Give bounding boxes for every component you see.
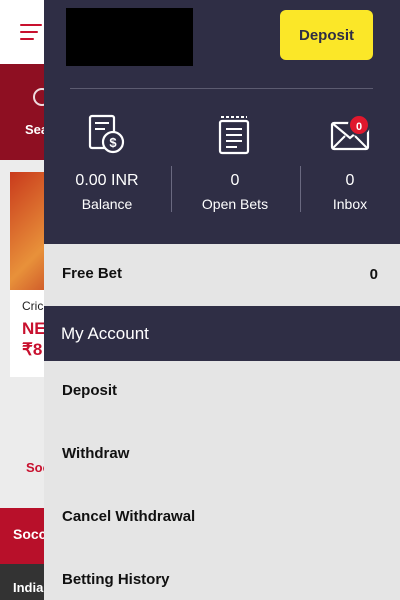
account-drawer: Deposit $ 0.00 INR Balance 0 Open Bets 0… xyxy=(44,0,400,600)
inbox-badge: 0 xyxy=(348,114,370,136)
menu-item-label: Withdraw xyxy=(62,445,130,462)
promo-card-team: NE xyxy=(22,319,46,338)
my-account-section-header: My Account xyxy=(44,306,400,361)
free-bet-value: 0 xyxy=(369,266,378,283)
promo-card-title: Cric xyxy=(22,299,44,313)
open-bets-label: Open Bets xyxy=(201,196,269,212)
open-bets-value: 0 xyxy=(230,172,240,189)
inbox-label: Inbox xyxy=(332,196,368,212)
menu-item-label: Betting History xyxy=(62,571,170,588)
menu-item-betting-history[interactable]: Betting History xyxy=(44,550,400,600)
balance-stat[interactable]: $ 0.00 INR Balance xyxy=(47,112,167,212)
account-header: Deposit $ 0.00 INR Balance 0 Open Bets 0… xyxy=(44,0,400,244)
menu-item-withdraw[interactable]: Withdraw xyxy=(44,424,400,486)
balance-value: 0.00 INR xyxy=(75,172,139,189)
league-label[interactable]: India xyxy=(13,580,43,595)
free-bet-row[interactable]: Free Bet 0 xyxy=(44,244,400,306)
soccer-section-title[interactable]: Socc xyxy=(13,526,46,542)
menu-item-deposit[interactable]: Deposit xyxy=(44,361,400,423)
inbox-value: 0 xyxy=(345,172,355,189)
menu-item-cancel-withdrawal[interactable]: Cancel Withdrawal xyxy=(44,487,400,549)
redacted-username xyxy=(66,8,193,66)
envelope-icon: 0 xyxy=(320,112,380,158)
wallet-coin-icon: $ xyxy=(85,112,129,158)
receipt-icon xyxy=(215,112,255,158)
header-divider xyxy=(70,88,373,89)
deposit-button[interactable]: Deposit xyxy=(280,10,373,60)
open-bets-stat[interactable]: 0 Open Bets xyxy=(175,112,295,212)
hamburger-menu-icon[interactable] xyxy=(20,24,42,40)
stat-divider xyxy=(171,166,172,212)
menu-item-label: Deposit xyxy=(62,382,118,399)
free-bet-label: Free Bet xyxy=(62,265,123,282)
balance-label: Balance xyxy=(81,196,133,212)
section-title: My Account xyxy=(61,324,149,343)
menu-item-label: Cancel Withdrawal xyxy=(62,508,196,525)
inbox-stat[interactable]: 0 0 Inbox xyxy=(290,112,400,212)
promo-card-price: ₹8 xyxy=(22,340,43,359)
svg-text:$: $ xyxy=(109,135,117,150)
